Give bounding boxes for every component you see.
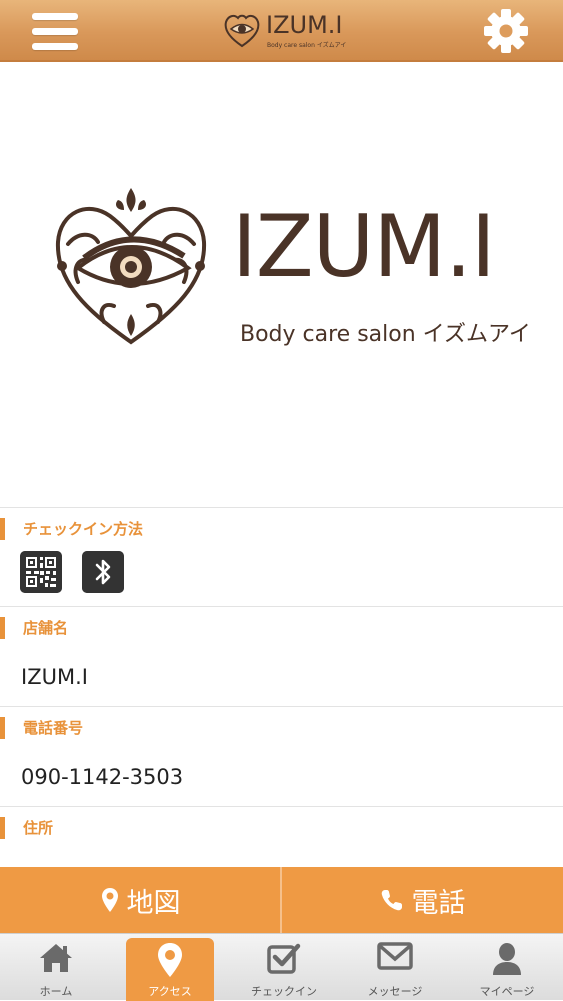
store-name-section: 店舗名 IZUM.I <box>0 606 563 706</box>
tab-home-label: ホーム <box>39 985 73 998</box>
envelope-icon <box>377 942 413 970</box>
bluetooth-icon[interactable] <box>82 551 124 593</box>
tab-message[interactable]: メッセージ <box>351 934 439 1000</box>
phone-section: 電話番号 090-1142-3503 <box>0 706 563 806</box>
gear-icon[interactable] <box>483 8 529 54</box>
map-button[interactable]: 地図 <box>0 867 281 933</box>
header-logo[interactable]: IZUM.I Body care salon イズムアイ <box>222 6 347 56</box>
tab-checkin[interactable]: チェックイン <box>240 934 328 1000</box>
checkin-label: チェックイン方法 <box>0 518 143 540</box>
qr-code-icon[interactable] <box>20 551 62 593</box>
call-button-label: 電話 <box>411 887 466 919</box>
checkin-section: チェックイン方法 <box>0 507 563 606</box>
checkbox-icon <box>267 943 301 974</box>
header-tagline: Body care salon イズムアイ <box>267 42 347 49</box>
tab-message-label: メッセージ <box>367 985 423 998</box>
phone-value[interactable]: 090-1142-3503 <box>21 765 183 789</box>
bottom-tab-bar: ホーム アクセス チェックイン メッセージ マイページ <box>0 933 563 1001</box>
tab-checkin-label: チェックイン <box>251 985 317 998</box>
hamburger-menu-icon[interactable] <box>30 11 82 51</box>
app-header: IZUM.I Body care salon イズムアイ <box>0 0 563 62</box>
tab-mypage[interactable]: マイページ <box>463 934 551 1000</box>
hero-brand: IZUM.I <box>232 197 496 297</box>
eye-emblem-icon <box>224 14 260 48</box>
address-section: 住所 <box>0 806 563 867</box>
map-pin-icon <box>158 943 182 977</box>
tab-access[interactable]: アクセス <box>126 938 214 1001</box>
user-icon <box>493 943 521 975</box>
store-name-value: IZUM.I <box>21 665 88 689</box>
home-icon <box>40 944 72 972</box>
action-bar: 地図 電話 <box>0 867 563 933</box>
address-label: 住所 <box>0 817 53 839</box>
phone-icon <box>380 888 404 912</box>
store-name-label: 店舗名 <box>0 617 68 639</box>
map-pin-icon <box>101 887 119 913</box>
tab-home[interactable]: ホーム <box>12 934 100 1000</box>
tab-mypage-label: マイページ <box>479 985 535 998</box>
map-button-label: 地図 <box>126 887 181 919</box>
ornate-eye-emblem-icon <box>55 188 207 345</box>
phone-label: 電話番号 <box>0 717 83 739</box>
hero-tagline: Body care salon イズムアイ <box>240 322 531 347</box>
tab-access-label: アクセス <box>148 985 192 998</box>
hero-logo: IZUM.I Body care salon イズムアイ <box>0 62 563 507</box>
call-button[interactable]: 電話 <box>282 867 563 933</box>
header-brand: IZUM.I <box>266 11 343 39</box>
